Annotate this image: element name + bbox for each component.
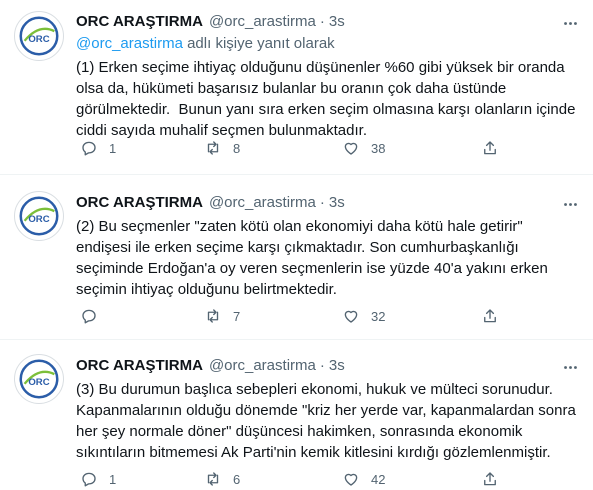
reply-count: 1 xyxy=(109,140,117,156)
share-button[interactable] xyxy=(481,139,499,157)
share-icon xyxy=(484,141,496,155)
tweet-content: ORC ARAŞTIRMA @orc_arastirma · 3s (2) Bu… xyxy=(76,193,579,324)
share-button[interactable] xyxy=(481,470,499,488)
share-icon xyxy=(484,309,496,323)
tweet-text: (2) Bu seçmenler "zaten kötü olan ekonom… xyxy=(76,218,552,298)
orc-logo-icon: ORC xyxy=(19,16,59,56)
retweet-count: 6 xyxy=(233,471,241,487)
more-options-button[interactable] xyxy=(561,195,579,213)
orc-logo-icon: ORC xyxy=(19,359,59,399)
more-icon xyxy=(563,202,577,206)
author-handle[interactable]: @orc_arastirma xyxy=(209,356,316,376)
author-name[interactable]: ORC ARAŞTIRMA xyxy=(76,12,203,32)
reply-button[interactable]: 1 xyxy=(80,139,116,157)
retweet-button[interactable]: 6 xyxy=(204,470,240,488)
reply-icon xyxy=(82,141,96,156)
heart-icon xyxy=(344,473,358,486)
reply-icon xyxy=(82,309,96,324)
retweet-button[interactable]: 7 xyxy=(204,307,240,325)
separator-dot: · xyxy=(319,194,325,211)
like-button[interactable]: 32 xyxy=(342,307,385,325)
author-handle[interactable]: @orc_arastirma xyxy=(209,193,316,213)
separator-dot: · xyxy=(319,357,325,374)
more-icon xyxy=(563,21,577,25)
svg-text:ORC: ORC xyxy=(28,214,49,225)
tweet-content: ORC ARAŞTIRMA @orc_arastirma · 3s (3) Bu… xyxy=(76,356,580,487)
tweet-time[interactable]: 3s xyxy=(329,356,345,376)
reply-count: 1 xyxy=(109,471,117,487)
like-button[interactable]: 42 xyxy=(342,470,385,488)
reply-mention-link[interactable]: @orc_arastirma xyxy=(76,35,183,52)
tweet-time[interactable]: 3s xyxy=(329,193,345,213)
avatar[interactable]: ORC xyxy=(14,191,64,241)
reply-button[interactable] xyxy=(80,307,109,325)
tweet-text: (3) Bu durumun başlıca sebepleri ekonomi… xyxy=(76,381,580,461)
tweet-1[interactable]: ORC ORC ARAŞTIRMA @orc_arastirma · 3s @o… xyxy=(0,0,593,175)
tweet-thread: ORC ORC ARAŞTIRMA @orc_arastirma · 3s @o… xyxy=(0,0,593,490)
more-options-button[interactable] xyxy=(561,358,579,376)
author-handle[interactable]: @orc_arastirma xyxy=(209,12,316,32)
tweet-2[interactable]: ORC ORC ARAŞTIRMA @orc_arastirma · 3s (2… xyxy=(0,175,593,340)
like-count: 38 xyxy=(371,140,386,156)
like-count: 32 xyxy=(371,308,386,324)
more-icon xyxy=(563,365,577,369)
tweet-3[interactable]: ORC ORC ARAŞTIRMA @orc_arastirma · 3s (3… xyxy=(0,340,593,490)
retweet-count: 8 xyxy=(233,140,241,156)
author-name[interactable]: ORC ARAŞTIRMA xyxy=(76,193,203,213)
avatar[interactable]: ORC xyxy=(14,11,64,61)
replying-to: @orc_arastirma adlı kişiye yanıt olarak xyxy=(76,34,579,54)
svg-text:ORC: ORC xyxy=(28,377,49,388)
retweet-icon xyxy=(207,309,219,323)
tweet-text: (1) Erken seçime ihtiyaç olduğunu düşüne… xyxy=(76,59,580,139)
reply-suffix: adlı kişiye yanıt olarak xyxy=(182,35,335,52)
share-icon xyxy=(484,472,496,486)
heart-icon xyxy=(344,310,358,323)
share-button[interactable] xyxy=(481,307,499,325)
more-options-button[interactable] xyxy=(561,14,579,32)
heart-icon xyxy=(344,142,358,155)
like-button[interactable]: 38 xyxy=(342,139,385,157)
reply-icon xyxy=(82,472,96,487)
svg-text:ORC: ORC xyxy=(28,34,49,45)
retweet-button[interactable]: 8 xyxy=(204,139,240,157)
tweet-header: ORC ARAŞTIRMA @orc_arastirma · 3s xyxy=(76,12,579,32)
author-name[interactable]: ORC ARAŞTIRMA xyxy=(76,356,203,376)
tweet-time[interactable]: 3s xyxy=(329,12,345,32)
tweet-header: ORC ARAŞTIRMA @orc_arastirma · 3s xyxy=(76,356,579,376)
retweet-count: 7 xyxy=(233,308,241,324)
tweet-header: ORC ARAŞTIRMA @orc_arastirma · 3s xyxy=(76,193,579,213)
tweet-content: ORC ARAŞTIRMA @orc_arastirma · 3s @orc_a… xyxy=(76,12,580,156)
reply-button[interactable]: 1 xyxy=(80,470,116,488)
separator-dot: · xyxy=(319,13,325,30)
retweet-icon xyxy=(207,141,219,155)
avatar[interactable]: ORC xyxy=(14,354,64,404)
orc-logo-icon: ORC xyxy=(19,196,59,236)
retweet-icon xyxy=(207,472,219,486)
like-count: 42 xyxy=(371,471,386,487)
